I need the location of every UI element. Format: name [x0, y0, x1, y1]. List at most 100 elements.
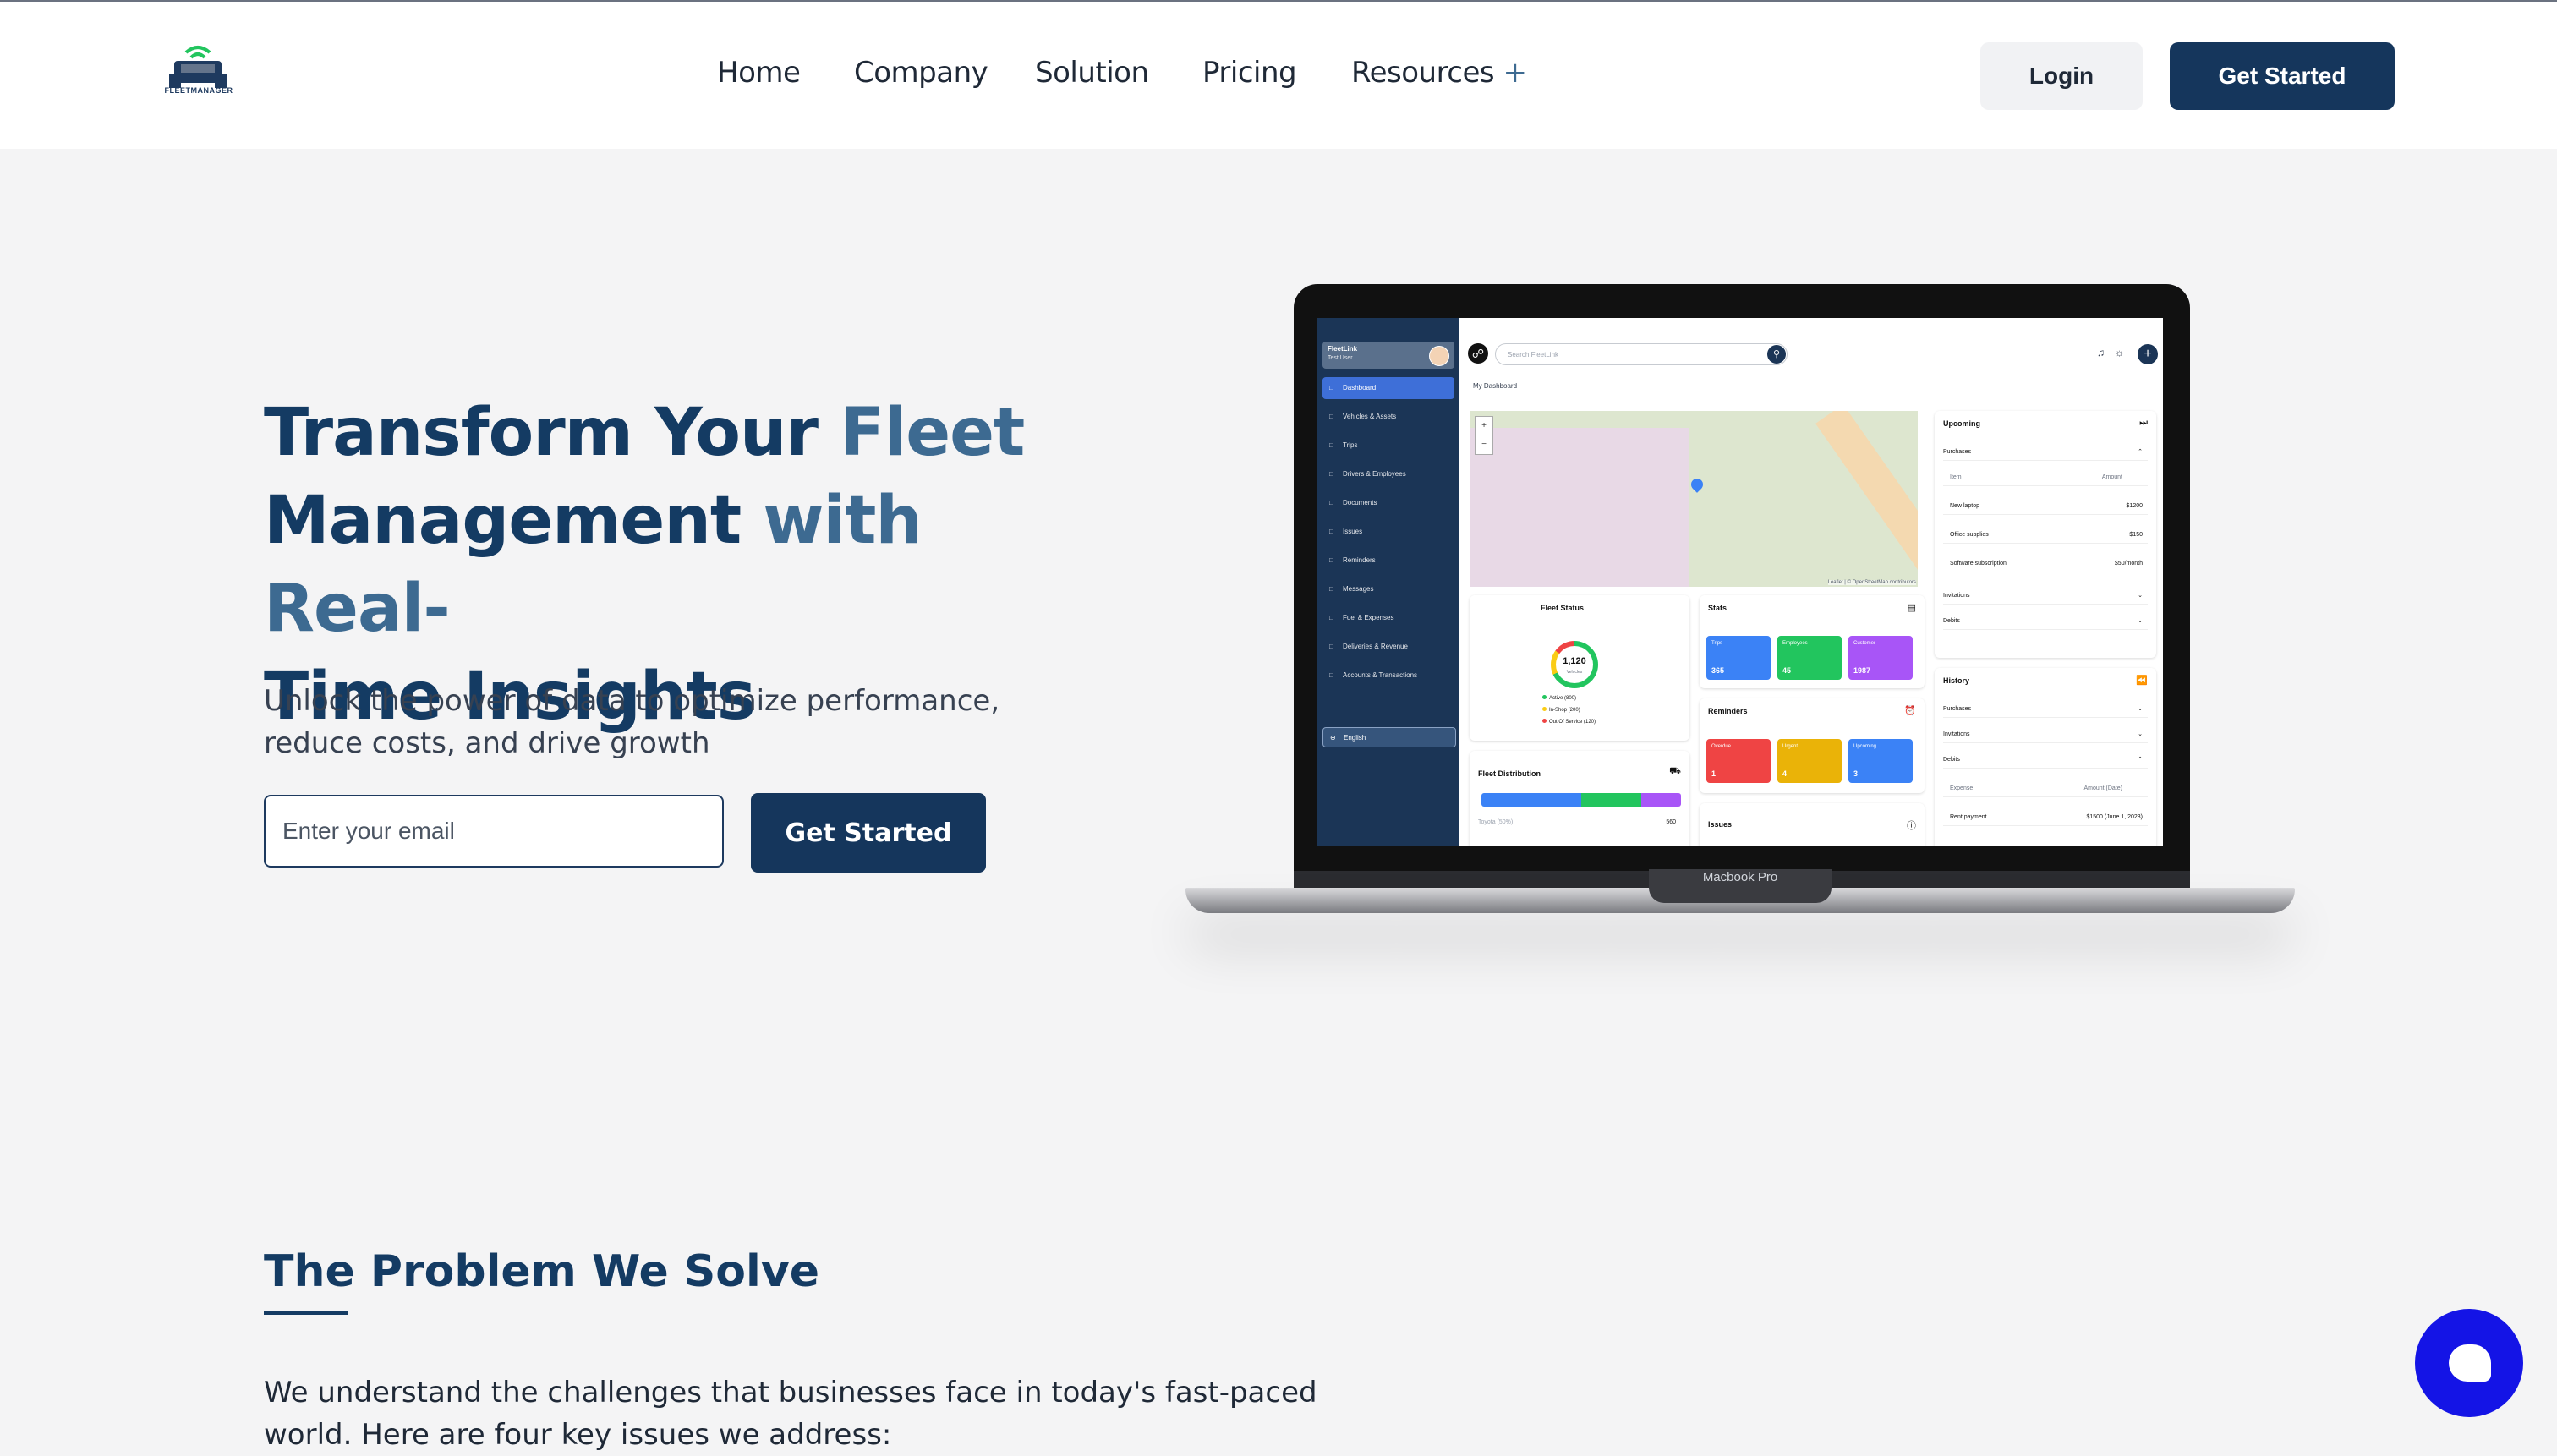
stat-label: Employees	[1782, 641, 1808, 646]
nav-solution[interactable]: Solution	[1035, 56, 1149, 90]
fleet-total-label: Vehicles	[1566, 670, 1583, 675]
legend-active: Active (800)	[1542, 695, 1576, 701]
stat-tile: Customer 1987	[1848, 636, 1913, 680]
map-road	[1815, 411, 1918, 587]
dashboard-menu-item: Messages	[1322, 578, 1454, 600]
stat-value: 1987	[1853, 666, 1871, 675]
avatar	[1429, 346, 1449, 366]
stat-tile: Employees 45	[1777, 636, 1842, 680]
section-label: Invitations	[1943, 593, 1970, 599]
stats-card: Stats ▤ Trips 365 Employees 45 Customer 198…	[1700, 595, 1925, 688]
legend-out-of-service: Out Of Service (120)	[1542, 719, 1596, 725]
reminder-value: 3	[1853, 769, 1859, 778]
section-label: Debits	[1943, 757, 1960, 763]
stat-value: 45	[1782, 666, 1792, 675]
card-title: Reminders	[1708, 707, 1748, 715]
stat-label: Trips	[1711, 641, 1723, 646]
card-title: Upcoming	[1943, 419, 1980, 428]
dashboard-map: + − Leaflet | © OpenStreetMap contributor…	[1470, 411, 1918, 587]
hero-subtitle: Unlock the power of data to optimize per…	[264, 684, 1000, 760]
section-label: Purchases	[1943, 706, 1972, 712]
upcoming-section: Invitations ⌄	[1943, 588, 2148, 605]
map-area	[1470, 428, 1689, 587]
dashboard-search: Search FleetLink	[1495, 343, 1788, 365]
email-input[interactable]	[264, 795, 724, 868]
upcoming-row: Software subscription $50/month	[1943, 556, 2148, 572]
chevron-down-icon: ⌄	[2138, 731, 2143, 737]
history-card: History ⏪ Purchases ⌄ Invitations ⌄ Debits…	[1935, 668, 2156, 846]
alarm-icon: ⏰	[1904, 706, 1916, 716]
dashboard-menu-item: Documents	[1322, 492, 1454, 514]
history-header: Expense Amount (Date)	[1943, 781, 2148, 797]
history-section: Purchases ⌄	[1943, 702, 2148, 718]
row-item: Office supplies	[1950, 532, 1989, 538]
card-title: Fleet Status	[1541, 604, 1585, 612]
map-pin-icon	[1689, 476, 1706, 493]
fleet-total: 1,120	[1563, 656, 1586, 666]
reminder-label: Upcoming	[1853, 744, 1877, 749]
dashboard-view-select: My Dashboard	[1473, 382, 1518, 390]
get-started-hero-button[interactable]: Get Started	[751, 793, 986, 873]
logo-text: FLEETMANAGER	[164, 86, 233, 95]
chevron-down-icon: ⌄	[2138, 593, 2143, 599]
row-amount: $150	[2129, 532, 2143, 538]
card-title: Stats	[1708, 604, 1727, 612]
dashboard-menu-item: Reminders	[1322, 550, 1454, 572]
upcoming-card: Upcoming ⏭ Purchases ⌃ Item Amount New lap…	[1935, 411, 2156, 658]
row-amount: $50/month	[2114, 561, 2143, 567]
row-item: New laptop	[1950, 503, 1980, 509]
row-amount: $1500 (June 1, 2023)	[2086, 814, 2143, 820]
reminder-label: Urgent	[1782, 744, 1799, 749]
login-button[interactable]: Login	[1980, 42, 2143, 110]
distribution-label: Toyota (50%)	[1478, 819, 1514, 825]
problem-section-title: The Problem We Solve	[264, 1246, 819, 1297]
car-icon: ⛟	[1669, 766, 1681, 776]
laptop-model-label: Macbook Pro	[1649, 869, 1832, 903]
dashboard-sidebar: FleetLink Test User Dashboard Vehicles &…	[1317, 318, 1459, 846]
bar-chart-icon: ▤	[1907, 603, 1916, 613]
search-icon: ⚲	[1767, 345, 1786, 364]
history-row: Rent payment $1500 (June 1, 2023)	[1943, 810, 2148, 826]
upcoming-row: Office supplies $150	[1943, 528, 2148, 544]
legend-label: Active (800)	[1549, 696, 1577, 701]
get-started-header-button[interactable]: Get Started	[2170, 42, 2395, 110]
stat-value: 365	[1711, 666, 1725, 675]
dashboard-menu-item: Dashboard	[1322, 377, 1454, 399]
dashboard-menu-item: Trips	[1322, 435, 1454, 457]
title-underline	[264, 1311, 348, 1315]
column-header: Amount (Date)	[2083, 785, 2122, 791]
chat-bubble-icon	[2449, 1344, 2491, 1382]
info-icon: ⓘ	[1907, 821, 1916, 831]
row-item: Software subscription	[1950, 561, 2007, 567]
map-zoom-control: + −	[1475, 416, 1493, 455]
reminder-label: Overdue	[1711, 744, 1732, 749]
nav-home[interactable]: Home	[717, 56, 801, 90]
plus-icon: +	[1503, 56, 1527, 90]
chat-widget-button[interactable]	[2415, 1309, 2523, 1417]
row-amount: $1200	[2126, 503, 2143, 509]
reminder-value: 1	[1711, 769, 1717, 778]
card-title: History	[1943, 676, 1970, 685]
legend-label: In-Shop (200)	[1549, 708, 1580, 713]
nav-pricing[interactable]: Pricing	[1202, 56, 1297, 90]
reminder-tile: Upcoming 3	[1848, 739, 1913, 783]
nav-resources[interactable]: Resources +	[1351, 56, 1527, 90]
chevron-up-icon: ⌃	[2138, 757, 2143, 763]
map-attribution: Leaflet | © OpenStreetMap contributors	[1827, 580, 1916, 585]
dashboard-menu-item: Fuel & Expenses	[1322, 607, 1454, 629]
fleet-status-card: Fleet Status 1,120 Vehicles Active (800)…	[1470, 595, 1689, 741]
nav-company[interactable]: Company	[854, 56, 988, 90]
fast-forward-icon: ⏭	[2139, 418, 2148, 428]
dashboard-menu-item: Accounts & Transactions	[1322, 665, 1454, 687]
plus-icon: +	[2138, 344, 2158, 364]
reminder-tile: Overdue 1	[1706, 739, 1771, 783]
dashboard-menu-item: Deliveries & Revenue	[1322, 636, 1454, 658]
section-label: Invitations	[1943, 731, 1970, 737]
row-item: Rent payment	[1950, 814, 1987, 820]
dashboard-brand: FleetLink	[1328, 345, 1358, 353]
hero-title-part: Fleet	[840, 395, 1025, 471]
dashboard-screenshot: FleetLink Test User Dashboard Vehicles &…	[1317, 318, 2163, 846]
reminder-value: 4	[1782, 769, 1788, 778]
reminder-tile: Urgent 4	[1777, 739, 1842, 783]
chevron-down-icon: ⌄	[2138, 706, 2143, 712]
